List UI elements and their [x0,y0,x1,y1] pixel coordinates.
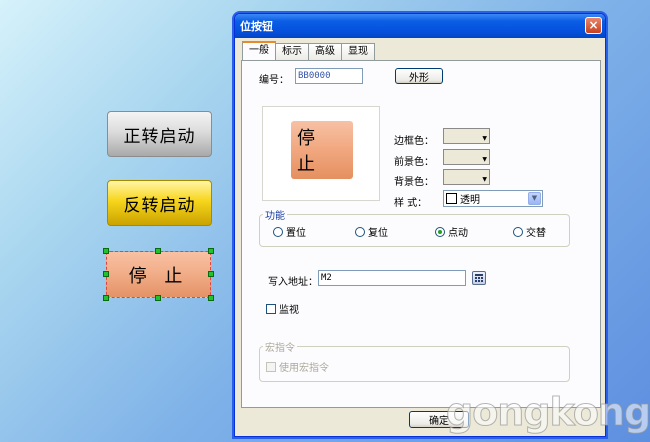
id-field[interactable]: BB0000 [295,68,363,84]
border-color-picker[interactable]: ▼ [443,128,490,144]
selection-handle[interactable] [103,248,109,254]
function-group-title: 功能 [263,207,287,222]
selection-handle[interactable] [208,271,214,277]
stop-button[interactable]: 停 止 [106,251,211,298]
tab-display[interactable]: 显现 [341,43,375,60]
watermark: gongkong [445,390,650,435]
calculator-icon[interactable] [472,271,486,285]
reverse-start-button[interactable]: 反转启动 [107,180,212,226]
radio-reset-label: 复位 [368,228,388,239]
style-value: 透明 [460,195,480,206]
chevron-down-icon[interactable]: ▼ [528,192,541,205]
bit-button-dialog: 位按钮 × 一般 标示 高级 显现 编号： BB0000 外形 停 止 边框色：… [234,13,606,437]
monitor-label: 监视 [279,305,299,316]
radio-momentary-label: 点动 [448,228,468,239]
reverse-start-label: 反转启动 [123,195,196,216]
dialog-title: 位按钮 [240,20,273,33]
back-color-picker[interactable]: ▼ [443,169,490,185]
selection-handle[interactable] [208,295,214,301]
checkbox-icon [266,361,276,372]
radio-set[interactable]: 置位 [273,224,306,239]
fore-color-label: 前景色： [394,157,434,168]
back-color-label: 背景色： [394,177,434,188]
close-icon[interactable]: × [585,17,602,34]
dropdown-arrow-icon: ▼ [482,156,487,163]
transparent-swatch-icon [446,193,457,204]
radio-set-label: 置位 [286,228,306,239]
fore-color-picker[interactable]: ▼ [443,149,490,165]
radio-selected-icon [435,226,445,237]
tab-advanced[interactable]: 高级 [308,43,342,60]
checkbox-icon [266,303,276,314]
style-label: 样 式： [394,198,428,209]
radio-toggle[interactable]: 交替 [513,224,546,239]
macro-group-title: 宏指令 [263,339,297,354]
stop-label: 停 止 [128,265,189,287]
preview-area: 停 止 [262,106,380,201]
id-label: 编号： [259,75,289,86]
radio-icon [355,226,365,237]
preview-text: 停 止 [297,128,323,175]
dropdown-arrow-icon: ▼ [482,135,487,142]
preview-button: 停 止 [291,121,353,179]
tab-general[interactable]: 一般 [242,41,276,60]
radio-reset[interactable]: 复位 [355,224,388,239]
use-macro-checkbox: 使用宏指令 [266,359,329,374]
selection-handle[interactable] [155,295,161,301]
monitor-checkbox[interactable]: 监视 [266,301,299,316]
write-address-field[interactable]: M2 [318,270,466,286]
radio-icon [513,226,523,237]
selection-handle[interactable] [103,271,109,277]
use-macro-label: 使用宏指令 [279,363,329,374]
forward-start-button[interactable]: 正转启动 [107,111,212,157]
dropdown-arrow-icon: ▼ [482,176,487,183]
border-color-label: 边框色： [394,136,434,147]
radio-toggle-label: 交替 [526,228,546,239]
selection-handle[interactable] [155,248,161,254]
forward-start-label: 正转启动 [123,126,196,147]
general-panel: 编号： BB0000 外形 停 止 边框色： ▼ 前景色： ▼ 背景色： ▼ 样… [241,60,601,408]
style-select[interactable]: 透明 ▼ [443,190,543,207]
radio-momentary[interactable]: 点动 [435,224,468,239]
tab-label[interactable]: 标示 [275,43,309,60]
radio-icon [273,226,283,237]
write-address-label: 写入地址： [268,277,318,288]
dialog-titlebar[interactable]: 位按钮 [235,14,605,38]
selection-handle[interactable] [208,248,214,254]
shape-button[interactable]: 外形 [395,68,443,84]
selection-handle[interactable] [103,295,109,301]
tab-bar: 一般 标示 高级 显现 [242,41,375,60]
